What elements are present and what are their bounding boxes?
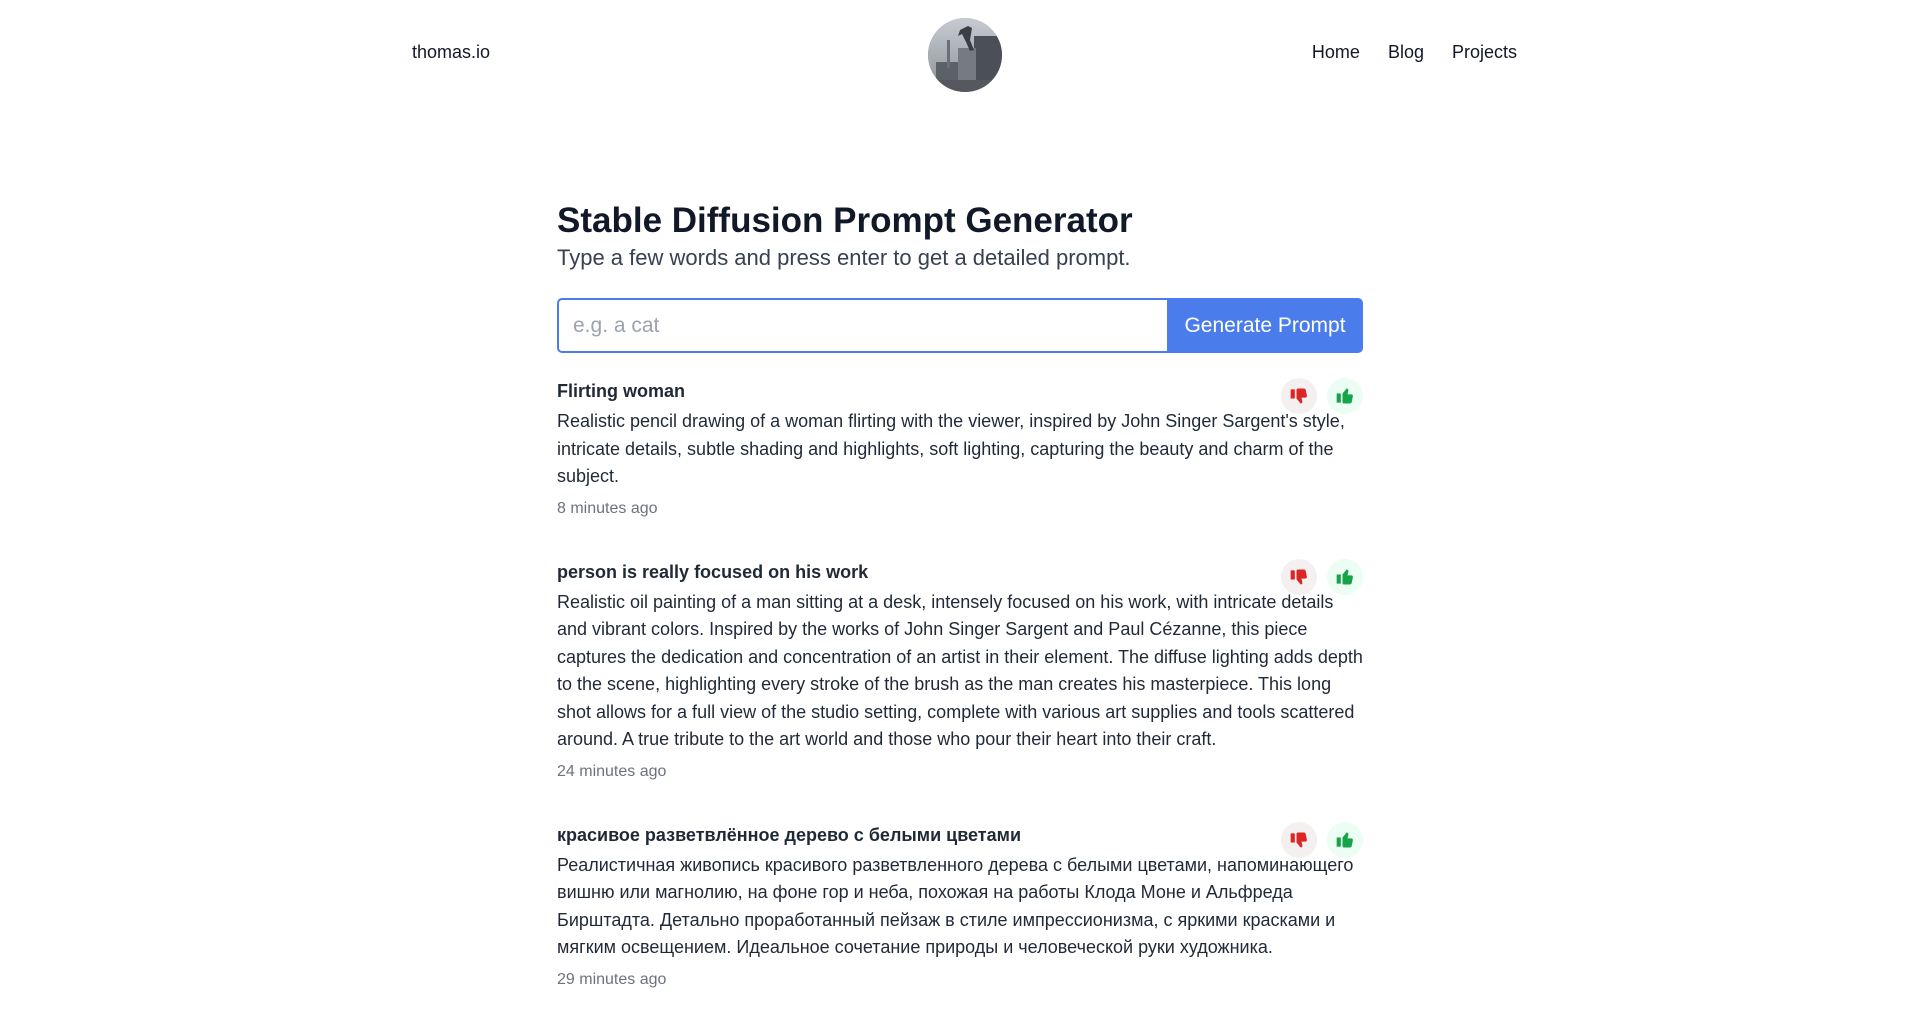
prompt-input[interactable] [557,298,1167,353]
thumbs-up-icon [1336,388,1353,404]
nav-projects[interactable]: Projects [1452,42,1517,63]
prompt-form: Generate Prompt [557,298,1363,353]
main-nav: Home Blog Projects [1312,42,1517,63]
page-subtitle: Type a few words and press enter to get … [557,245,1131,270]
vote-buttons [1281,821,1363,858]
page-title: Stable Diffusion Prompt Generator [557,201,1133,240]
result-prompt: Realistic oil painting of a man sitting … [557,591,1363,750]
result-prompt: Realistic pencil drawing of a woman flir… [557,411,1345,486]
results-list: Flirting woman Realistic pencil drawing … [557,378,1363,990]
avatar-photo-icon [928,18,1002,92]
result-title: person is really focused on his work [557,561,869,582]
result-timestamp: 24 minutes ago [557,762,667,780]
site-logo-link[interactable]: thomas.io [412,42,490,63]
thumbs-up-icon [1336,831,1353,848]
thumbs-down-icon [1290,831,1307,848]
generate-prompt-button[interactable]: Generate Prompt [1167,298,1363,353]
list-item: person is really focused on his work Rea… [557,558,1363,782]
thumbs-up-icon [1336,568,1353,585]
list-item: Flirting woman Realistic pencil drawing … [557,378,1363,519]
thumbs-down-button[interactable] [1281,558,1317,595]
result-timestamp: 29 minutes ago [557,970,667,988]
result-prompt: Реалистичная живопись красивого разветвл… [557,854,1354,958]
thumbs-down-icon [1290,388,1307,404]
list-item: красивое разветвлённое дерево с белыми ц… [557,821,1363,990]
thumbs-up-button[interactable] [1327,558,1363,595]
main-content: Stable Diffusion Prompt Generator Type a… [557,200,1363,1030]
site-header: thomas.io Home Blog Projects [0,0,1920,110]
vote-buttons [1281,378,1363,414]
result-title: Flirting woman [557,381,685,401]
nav-blog[interactable]: Blog [1388,42,1424,63]
thumbs-up-button[interactable] [1327,821,1363,858]
thumbs-down-button[interactable] [1281,378,1317,414]
result-title: красивое разветвлённое дерево с белыми ц… [557,824,1022,845]
thumbs-down-button[interactable] [1281,821,1317,858]
avatar[interactable] [928,18,1002,92]
nav-home[interactable]: Home [1312,42,1360,63]
result-timestamp: 8 minutes ago [557,499,658,517]
vote-buttons [1281,558,1363,595]
thumbs-down-icon [1290,568,1307,585]
thumbs-up-button[interactable] [1327,378,1363,414]
